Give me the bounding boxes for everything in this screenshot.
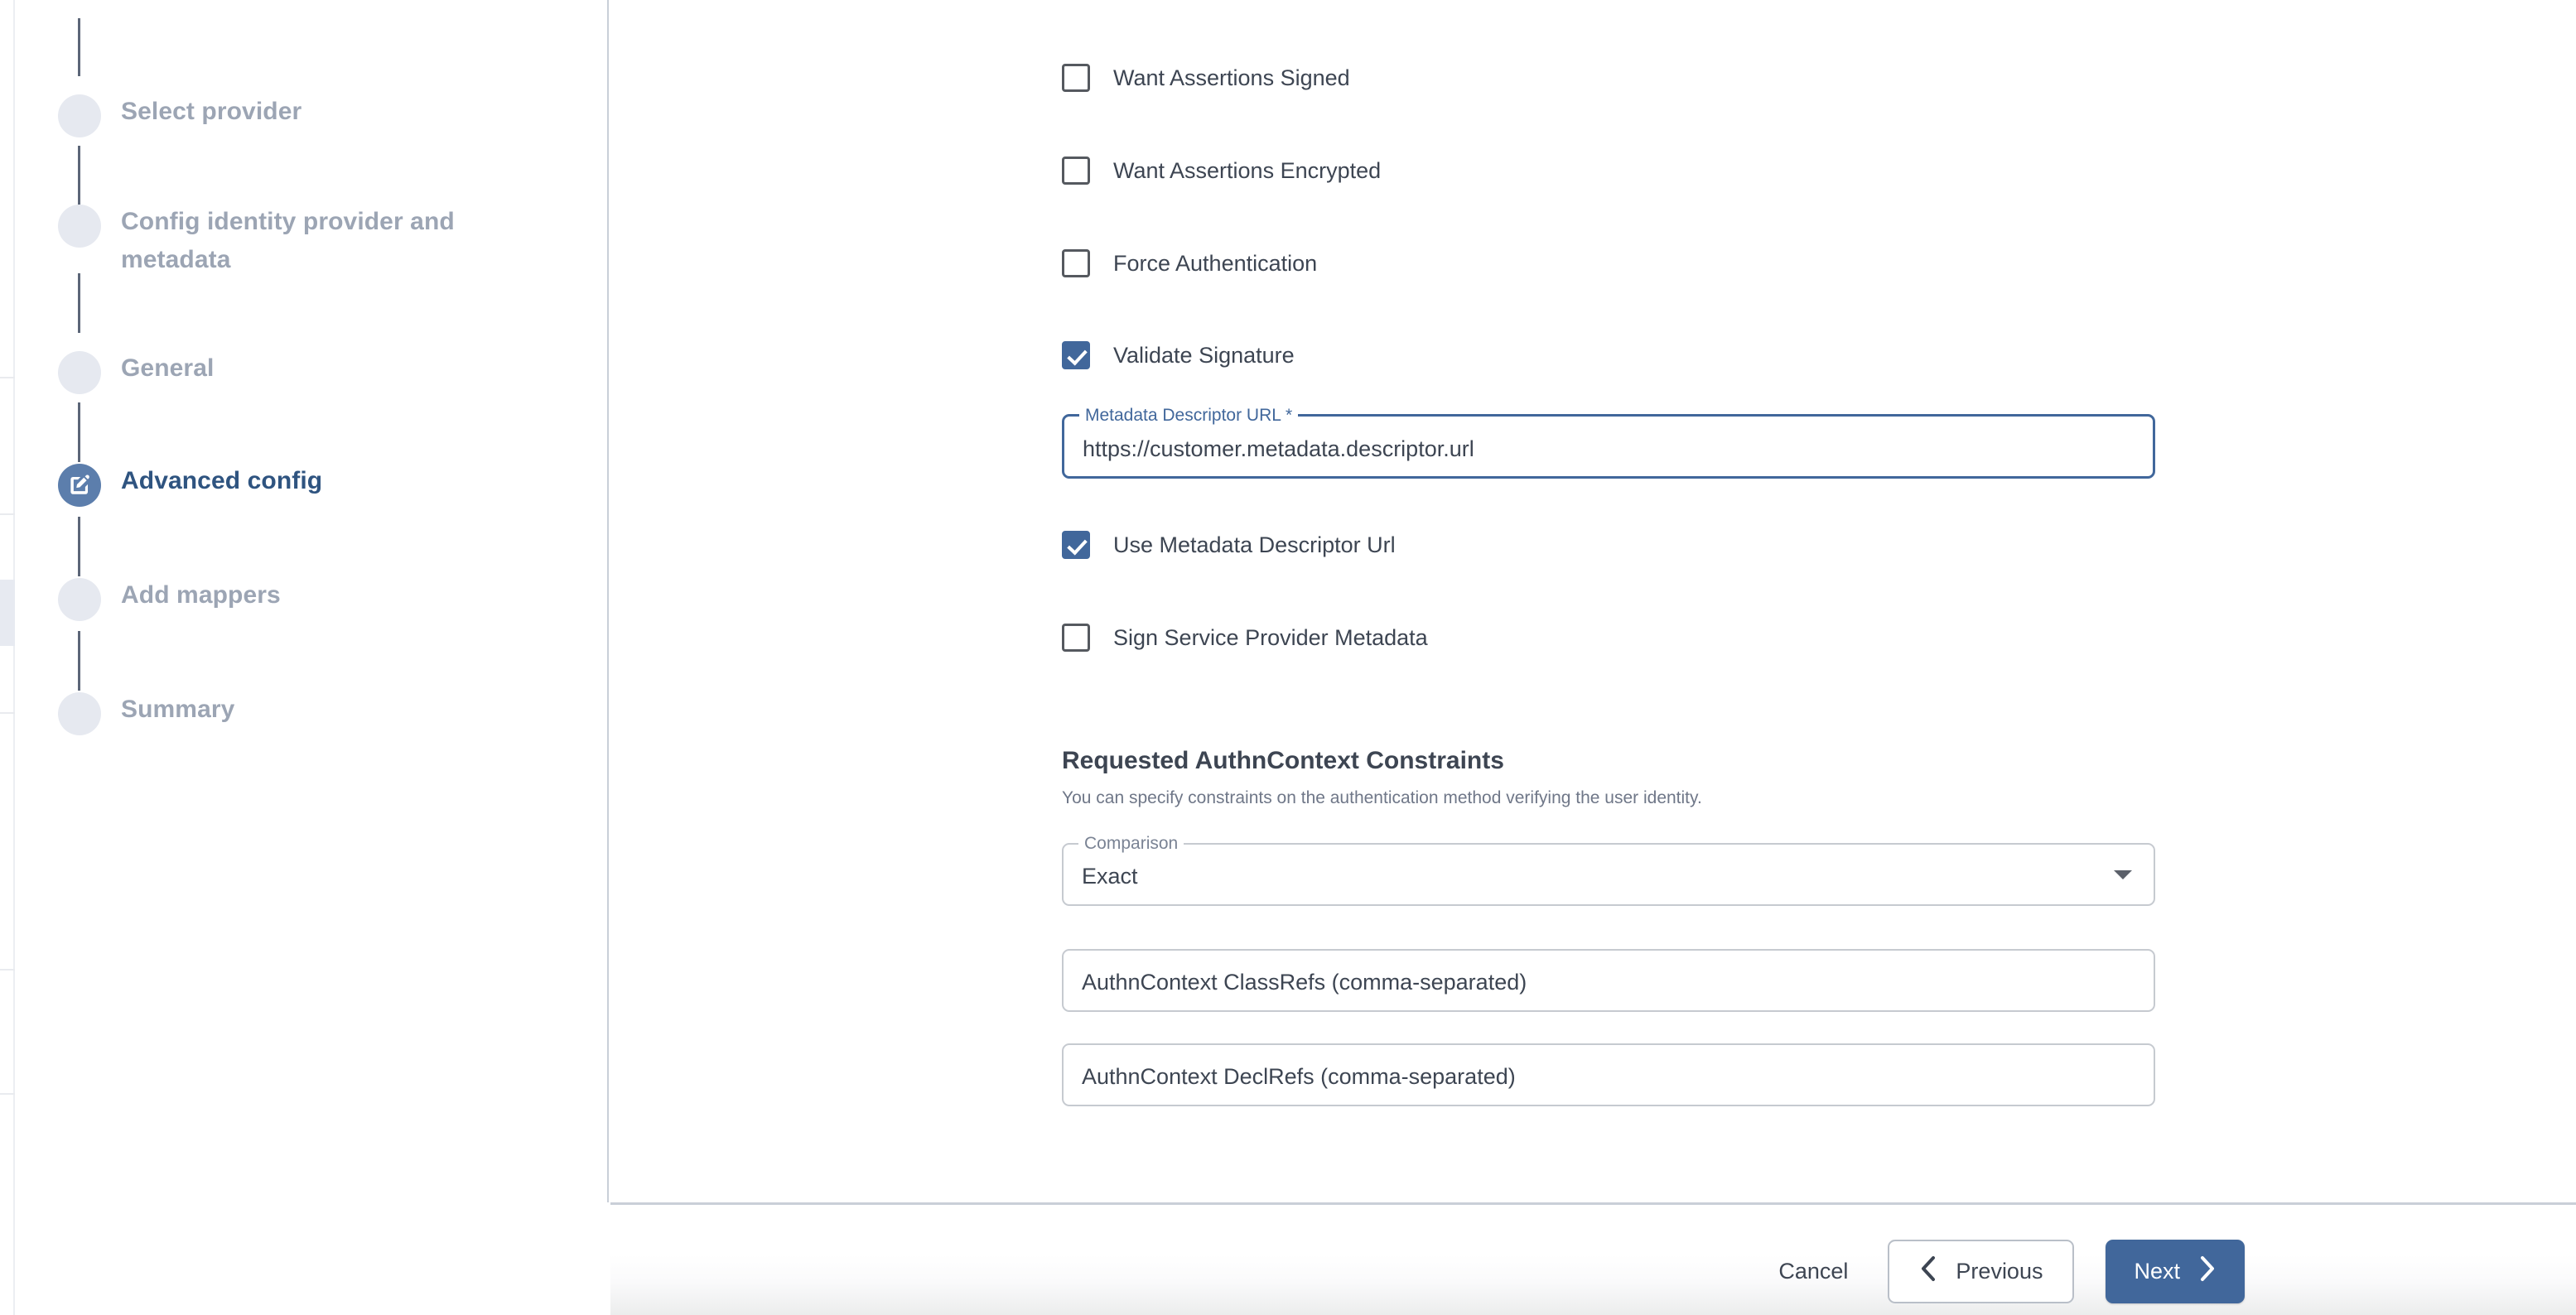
sidebar-step-label: Summary	[121, 696, 235, 723]
comparison-select[interactable]: Comparison Exact	[1062, 834, 2155, 906]
advanced-config-form: Want Assertions Signed Want Assertions E…	[610, 0, 2576, 1202]
sidebar-step-label: General	[121, 354, 215, 382]
sidebar-step-label: Add mappers	[121, 581, 281, 609]
rail-divider	[0, 1093, 15, 1095]
rail-divider	[0, 513, 15, 515]
authncontext-declrefs-input[interactable]: AuthnContext DeclRefs (comma-separated)	[1062, 1043, 2155, 1106]
checkbox-use-metadata-descriptor-url[interactable]: Use Metadata Descriptor Url	[1062, 528, 1396, 561]
authn-context-section-title: Requested AuthnContext Constraints	[1062, 747, 1504, 774]
circle-icon	[58, 351, 101, 394]
sidebar-step-advanced-config[interactable]: Advanced config	[15, 462, 322, 507]
checkbox-box[interactable]	[1062, 624, 1090, 652]
step-connector	[78, 273, 80, 333]
metadata-descriptor-url-field[interactable]: Metadata Descriptor URL * https://custom…	[1062, 406, 2155, 479]
next-button[interactable]: Next	[2106, 1240, 2245, 1303]
step-connector	[78, 18, 80, 76]
next-button-label: Next	[2134, 1259, 2180, 1284]
sidebar-step-summary[interactable]: Summary	[15, 691, 234, 735]
sidebar-step-select-provider[interactable]: Select provider	[15, 93, 301, 137]
left-nav-rail	[0, 0, 15, 1315]
step-connector	[78, 631, 80, 691]
previous-button-label: Previous	[1956, 1259, 2043, 1284]
checkbox-box[interactable]	[1062, 64, 1090, 92]
checkbox-label: Force Authentication	[1113, 251, 1318, 276]
checkbox-label: Sign Service Provider Metadata	[1113, 625, 1428, 650]
authncontext-declrefs-value[interactable]: AuthnContext DeclRefs (comma-separated)	[1064, 1062, 2154, 1091]
sidebar-step-add-mappers[interactable]: Add mappers	[15, 576, 281, 621]
footer-actions: Cancel Previous Next	[1770, 1240, 2245, 1303]
checkbox-sign-service-provider-metadata[interactable]: Sign Service Provider Metadata	[1062, 621, 1428, 654]
chevron-down-icon[interactable]	[2114, 870, 2132, 879]
step-connector	[78, 146, 80, 205]
checkbox-force-authentication[interactable]: Force Authentication	[1062, 247, 1317, 280]
chevron-left-icon	[1919, 1255, 1937, 1288]
rail-divider	[0, 969, 15, 971]
sidebar-step-config-identity-provider[interactable]: Config identity provider and metadata	[15, 203, 510, 279]
step-connector	[78, 517, 80, 576]
authncontext-classrefs-input[interactable]: AuthnContext ClassRefs (comma-separated)	[1062, 949, 2155, 1012]
metadata-descriptor-url-input[interactable]: https://customer.metadata.descriptor.url	[1064, 435, 2153, 463]
wizard-sidebar: Select provider Config identity provider…	[15, 0, 609, 1202]
checkbox-label: Use Metadata Descriptor Url	[1113, 532, 1396, 557]
step-connector	[78, 402, 80, 462]
circle-icon	[58, 578, 101, 621]
sidebar-step-label: Config identity provider and metadata	[121, 208, 455, 273]
wizard-footer: Cancel Previous Next	[610, 1202, 2576, 1315]
metadata-descriptor-url-label: Metadata Descriptor URL *	[1079, 406, 1299, 426]
sidebar-step-general[interactable]: General	[15, 349, 214, 394]
edit-square-icon	[58, 464, 101, 507]
checkbox-validate-signature[interactable]: Validate Signature	[1062, 339, 1295, 372]
rail-divider	[0, 712, 15, 714]
checkbox-label: Validate Signature	[1113, 343, 1295, 368]
checkbox-box[interactable]	[1062, 341, 1090, 369]
checkbox-label: Want Assertions Encrypted	[1113, 158, 1382, 183]
comparison-select-label: Comparison	[1078, 834, 1184, 854]
advanced-config-wizard-page: Select provider Config identity provider…	[0, 0, 2576, 1315]
authn-context-section-description: You can specify constraints on the authe…	[1062, 788, 1702, 807]
checkbox-box[interactable]	[1062, 531, 1090, 559]
circle-icon	[58, 692, 101, 735]
rail-active-marker[interactable]	[0, 580, 15, 646]
chevron-right-icon	[2198, 1255, 2217, 1288]
cancel-button[interactable]: Cancel	[1770, 1252, 1856, 1291]
sidebar-step-label: Select provider	[121, 98, 302, 125]
checkbox-box[interactable]	[1062, 157, 1090, 185]
authncontext-classrefs-value[interactable]: AuthnContext ClassRefs (comma-separated)	[1064, 968, 2154, 996]
circle-icon	[58, 94, 101, 137]
previous-button[interactable]: Previous	[1888, 1240, 2075, 1303]
sidebar-step-label: Advanced config	[121, 467, 323, 494]
checkbox-label: Want Assertions Signed	[1113, 65, 1350, 90]
circle-icon	[58, 205, 101, 248]
checkbox-want-assertions-encrypted[interactable]: Want Assertions Encrypted	[1062, 154, 1381, 187]
rail-divider	[0, 377, 15, 378]
checkbox-want-assertions-signed[interactable]: Want Assertions Signed	[1062, 61, 1350, 94]
comparison-select-value: Exact	[1082, 864, 1138, 889]
checkbox-box[interactable]	[1062, 249, 1090, 277]
